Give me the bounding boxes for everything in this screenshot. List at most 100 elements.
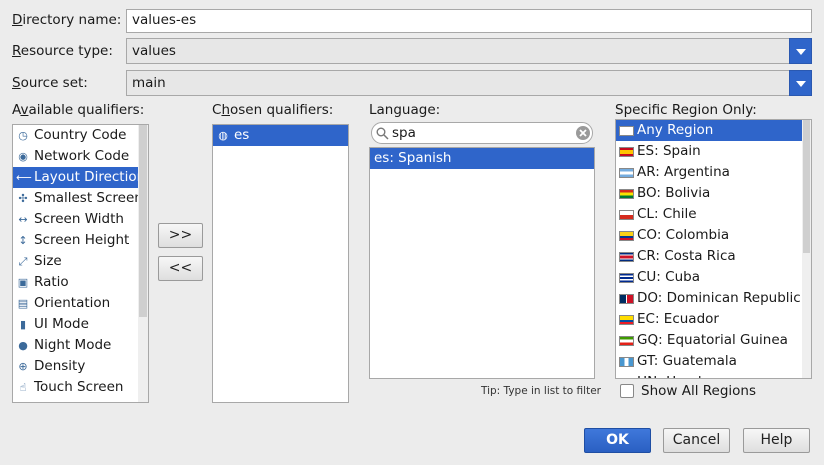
network-code-icon: ◉ (18, 150, 28, 163)
list-item-label: HN: Honduras (637, 374, 731, 378)
resource-type-label: Resource type: (12, 43, 113, 59)
ui-mode-icon: ▮ (19, 318, 27, 331)
size-icon: ⤢ (18, 255, 28, 268)
scrollbar-thumb[interactable] (139, 125, 147, 317)
search-icon (376, 127, 389, 140)
filter-tip: Tip: Type in list to filter (481, 385, 601, 397)
list-item-label: EC: Ecuador (637, 311, 719, 327)
scrollbar[interactable] (138, 125, 148, 402)
list-item[interactable]: ▣ Ratio (13, 272, 139, 293)
flag-icon-do (619, 294, 634, 304)
list-item[interactable]: ◉ Network Code (13, 146, 139, 167)
source-set-combo[interactable]: main (126, 70, 812, 96)
flag-icon-ar (619, 168, 634, 178)
flag-icon-blank (619, 126, 634, 136)
flag-icon-cr (619, 252, 634, 262)
resource-type-combo[interactable]: values (126, 38, 812, 64)
list-item-label: Network Code (34, 148, 130, 164)
list-item-label: Screen Width (34, 211, 124, 227)
touch-screen-icon: ☝ (19, 381, 27, 394)
show-all-regions-label[interactable]: Show All Regions (641, 382, 756, 400)
remove-qualifier-button[interactable]: << (158, 256, 203, 281)
list-item[interactable]: ◷ Country Code (13, 125, 139, 146)
list-item[interactable]: BO: Bolivia (616, 183, 803, 204)
list-item[interactable]: ✣ Smallest Screen Width (13, 188, 139, 209)
list-item-label: GQ: Equatorial Guinea (637, 332, 788, 348)
list-item-label: Ratio (34, 274, 69, 290)
resource-type-value: values (132, 43, 176, 59)
help-button[interactable]: Help (743, 428, 810, 453)
list-item-label: Orientation (34, 295, 111, 311)
list-item[interactable]: ↕ Screen Height (13, 230, 139, 251)
list-item[interactable]: DO: Dominican Republic (616, 288, 803, 309)
cancel-button[interactable]: Cancel (663, 428, 730, 453)
list-item-label: Smallest Screen Width (34, 190, 139, 206)
source-set-value: main (132, 75, 166, 91)
layout-direction-icon: ⟵ (16, 171, 32, 184)
directory-name-input[interactable]: values-es (126, 9, 812, 33)
ratio-icon: ▣ (17, 276, 29, 289)
flag-icon-gq (619, 336, 634, 346)
list-item[interactable]: ES: Spain (616, 141, 803, 162)
list-item-label: Screen Height (34, 232, 130, 248)
list-item[interactable]: ▤ Orientation (13, 293, 139, 314)
list-item[interactable]: CL: Chile (616, 204, 803, 225)
list-item[interactable]: HN: Honduras (616, 372, 803, 379)
list-item[interactable]: ⤢ Size (13, 251, 139, 272)
night-mode-icon: ● (18, 339, 28, 352)
list-item-label: ES: Spain (637, 143, 701, 159)
smallest-screen-icon: ✣ (18, 192, 28, 205)
list-item[interactable]: AR: Argentina (616, 162, 803, 183)
list-item[interactable]: ↔ Screen Width (13, 209, 139, 230)
chosen-qualifiers-label: Chosen qualifiers: (212, 102, 334, 118)
list-item-label: GT: Guatemala (637, 353, 737, 369)
language-search-field[interactable]: spa (371, 122, 593, 144)
flag-icon-ec (619, 315, 634, 325)
density-icon: ⊕ (18, 360, 28, 373)
list-item[interactable]: es: Spanish (370, 148, 594, 169)
language-list[interactable]: es: Spanish (369, 147, 595, 379)
chosen-qualifiers-list[interactable]: ◍ es (212, 124, 349, 403)
list-item[interactable]: ◍ es (213, 125, 348, 146)
region-list[interactable]: Any Region ES: Spain AR: Argentina BO: Boli… (615, 119, 812, 379)
list-item-label: CL: Chile (637, 206, 697, 222)
chevron-down-icon[interactable] (789, 38, 812, 64)
list-item[interactable]: ● Night Mode (13, 335, 139, 356)
flag-icon-gt (619, 357, 634, 367)
flag-icon-cl (619, 210, 634, 220)
list-item-label: CR: Costa Rica (637, 248, 736, 264)
list-item[interactable]: ☝ Touch Screen (13, 377, 139, 398)
list-item-label: Country Code (34, 127, 127, 143)
chevron-down-icon[interactable] (789, 70, 812, 96)
list-item[interactable]: GT: Guatemala (616, 351, 803, 372)
list-item-label: AR: Argentina (637, 164, 730, 180)
country-code-icon: ◷ (18, 129, 28, 142)
available-qualifiers-label: Available qualifiers: (12, 102, 145, 118)
show-all-regions-checkbox[interactable] (620, 384, 634, 398)
list-item-label: BO: Bolivia (637, 185, 711, 201)
list-item[interactable]: EC: Ecuador (616, 309, 803, 330)
scrollbar[interactable] (802, 120, 811, 378)
add-qualifier-button[interactable]: >> (158, 223, 203, 248)
list-item[interactable]: CR: Costa Rica (616, 246, 803, 267)
list-item[interactable]: CO: Colombia (616, 225, 803, 246)
region-label: Specific Region Only: (615, 102, 757, 118)
list-item[interactable]: ▮ UI Mode (13, 314, 139, 335)
list-item[interactable]: ⟵ Layout Direction (13, 167, 139, 188)
list-item-label: UI Mode (34, 316, 89, 332)
available-qualifiers-list[interactable]: ◷ Country Code ◉ Network Code ⟵ Layout Direct… (12, 124, 149, 403)
screen-width-icon: ↔ (18, 213, 28, 226)
list-item-label: es: Spanish (374, 150, 452, 166)
ok-button[interactable]: OK (584, 428, 651, 453)
scrollbar-thumb[interactable] (803, 120, 810, 253)
clear-icon[interactable] (575, 125, 591, 141)
list-item[interactable]: Any Region (616, 120, 803, 141)
list-item[interactable]: CU: Cuba (616, 267, 803, 288)
list-item[interactable]: GQ: Equatorial Guinea (616, 330, 803, 351)
list-item-label: CO: Colombia (637, 227, 730, 243)
language-search-value[interactable]: spa (392, 124, 416, 142)
flag-icon-co (619, 231, 634, 241)
list-item[interactable]: ⊕ Density (13, 356, 139, 377)
globe-icon: ◍ (218, 129, 228, 142)
flag-icon-hn (619, 378, 634, 379)
